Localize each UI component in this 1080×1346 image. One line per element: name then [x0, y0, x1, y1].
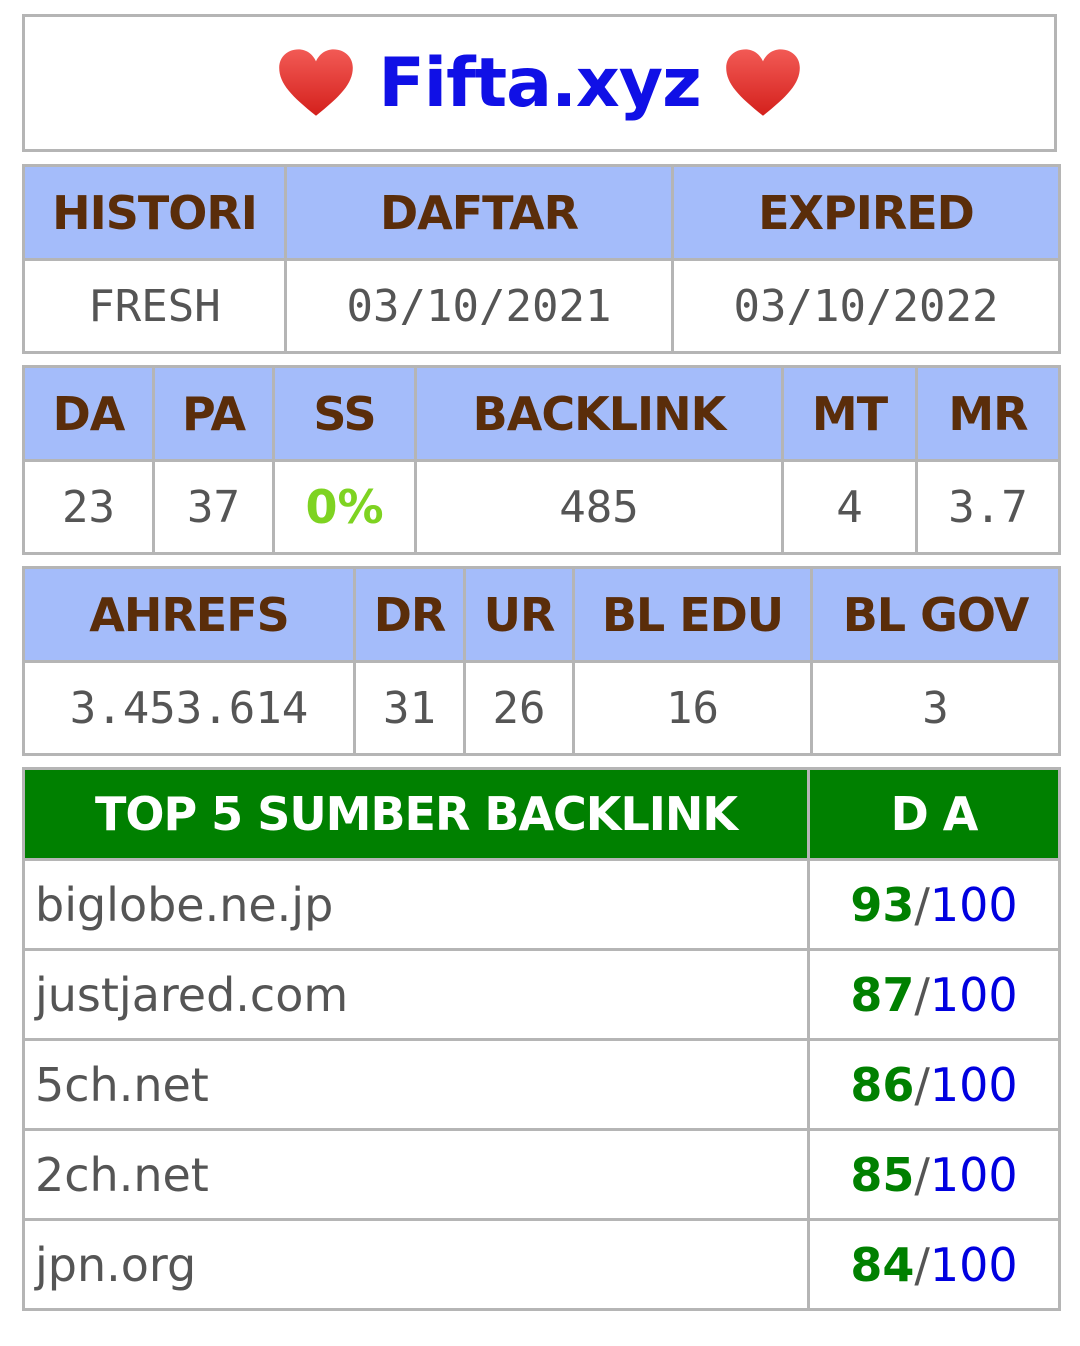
- da-max: 100: [929, 967, 1018, 1022]
- value-mr: 3.7: [915, 459, 1061, 555]
- header-pa: PA: [152, 365, 275, 462]
- table-row: biglobe.ne.jp 93/100: [22, 858, 1061, 951]
- da-max: 100: [929, 1147, 1018, 1202]
- value-bl-edu: 16: [572, 660, 813, 756]
- heart-icon: [279, 49, 354, 116]
- da-max: 100: [929, 1057, 1018, 1112]
- header-da: DA: [22, 365, 155, 462]
- backlink-domain: biglobe.ne.jp: [22, 858, 810, 951]
- header-dr: DR: [353, 566, 466, 663]
- value-ur: 26: [463, 660, 575, 756]
- da-separator: /: [914, 967, 930, 1022]
- table-row: jpn.org 84/100: [22, 1218, 1061, 1311]
- header-mr: MR: [915, 365, 1061, 462]
- backlink-da: 93/100: [807, 858, 1061, 951]
- da-separator: /: [914, 877, 930, 932]
- header-ss: SS: [272, 365, 417, 462]
- backlink-domain: jpn.org: [22, 1218, 810, 1311]
- backlink-da: 87/100: [807, 948, 1061, 1041]
- header-histori: HISTORI: [22, 164, 287, 261]
- header-daftar: DAFTAR: [284, 164, 674, 261]
- header-top-da: D A: [807, 767, 1061, 861]
- site-title-box: Fifta.xyz: [22, 14, 1057, 152]
- header-bl-edu: BL EDU: [572, 566, 813, 663]
- top-backlinks-table: TOP 5 SUMBER BACKLINK D A biglobe.ne.jp …: [22, 767, 1061, 1311]
- header-backlink: BACKLINK: [414, 365, 784, 462]
- metrics-table: DA PA SS BACKLINK MT MR 23 37 0% 485 4 3…: [22, 365, 1061, 555]
- value-ss: 0%: [272, 459, 417, 555]
- da-separator: /: [914, 1057, 930, 1112]
- header-ur: UR: [463, 566, 575, 663]
- value-daftar: 03/10/2021: [284, 258, 674, 354]
- value-dr: 31: [353, 660, 466, 756]
- value-pa: 37: [152, 459, 275, 555]
- backlink-domain: justjared.com: [22, 948, 810, 1041]
- da-max: 100: [929, 1237, 1018, 1292]
- value-mt: 4: [781, 459, 918, 555]
- table-row: 2ch.net 85/100: [22, 1128, 1061, 1221]
- header-mt: MT: [781, 365, 918, 462]
- backlink-da: 85/100: [807, 1128, 1061, 1221]
- header-ahrefs: AHREFS: [22, 566, 356, 663]
- domain-history-table: HISTORI DAFTAR EXPIRED FRESH 03/10/2021 …: [22, 164, 1061, 354]
- value-da: 23: [22, 459, 155, 555]
- site-title: Fifta.xyz: [378, 43, 701, 123]
- header-top-sources: TOP 5 SUMBER BACKLINK: [22, 767, 810, 861]
- backlink-da: 84/100: [807, 1218, 1061, 1311]
- header-bl-gov: BL GOV: [810, 566, 1061, 663]
- da-score: 93: [850, 877, 915, 932]
- value-backlink: 485: [414, 459, 784, 555]
- da-separator: /: [914, 1237, 930, 1292]
- da-score: 87: [850, 967, 915, 1022]
- header-expired: EXPIRED: [671, 164, 1061, 261]
- value-expired: 03/10/2022: [671, 258, 1061, 354]
- da-separator: /: [914, 1147, 930, 1202]
- da-max: 100: [929, 877, 1018, 932]
- heart-icon: [725, 49, 800, 116]
- backlink-da: 86/100: [807, 1038, 1061, 1131]
- value-ahrefs: 3.453.614: [22, 660, 356, 756]
- table-row: 5ch.net 86/100: [22, 1038, 1061, 1131]
- da-score: 84: [850, 1237, 915, 1292]
- da-score: 86: [850, 1057, 915, 1112]
- backlink-domain: 2ch.net: [22, 1128, 810, 1221]
- da-score: 85: [850, 1147, 915, 1202]
- ahrefs-table: AHREFS DR UR BL EDU BL GOV 3.453.614 31 …: [22, 566, 1061, 756]
- value-bl-gov: 3: [810, 660, 1061, 756]
- backlink-domain: 5ch.net: [22, 1038, 810, 1131]
- table-row: justjared.com 87/100: [22, 948, 1061, 1041]
- value-histori: FRESH: [22, 258, 287, 354]
